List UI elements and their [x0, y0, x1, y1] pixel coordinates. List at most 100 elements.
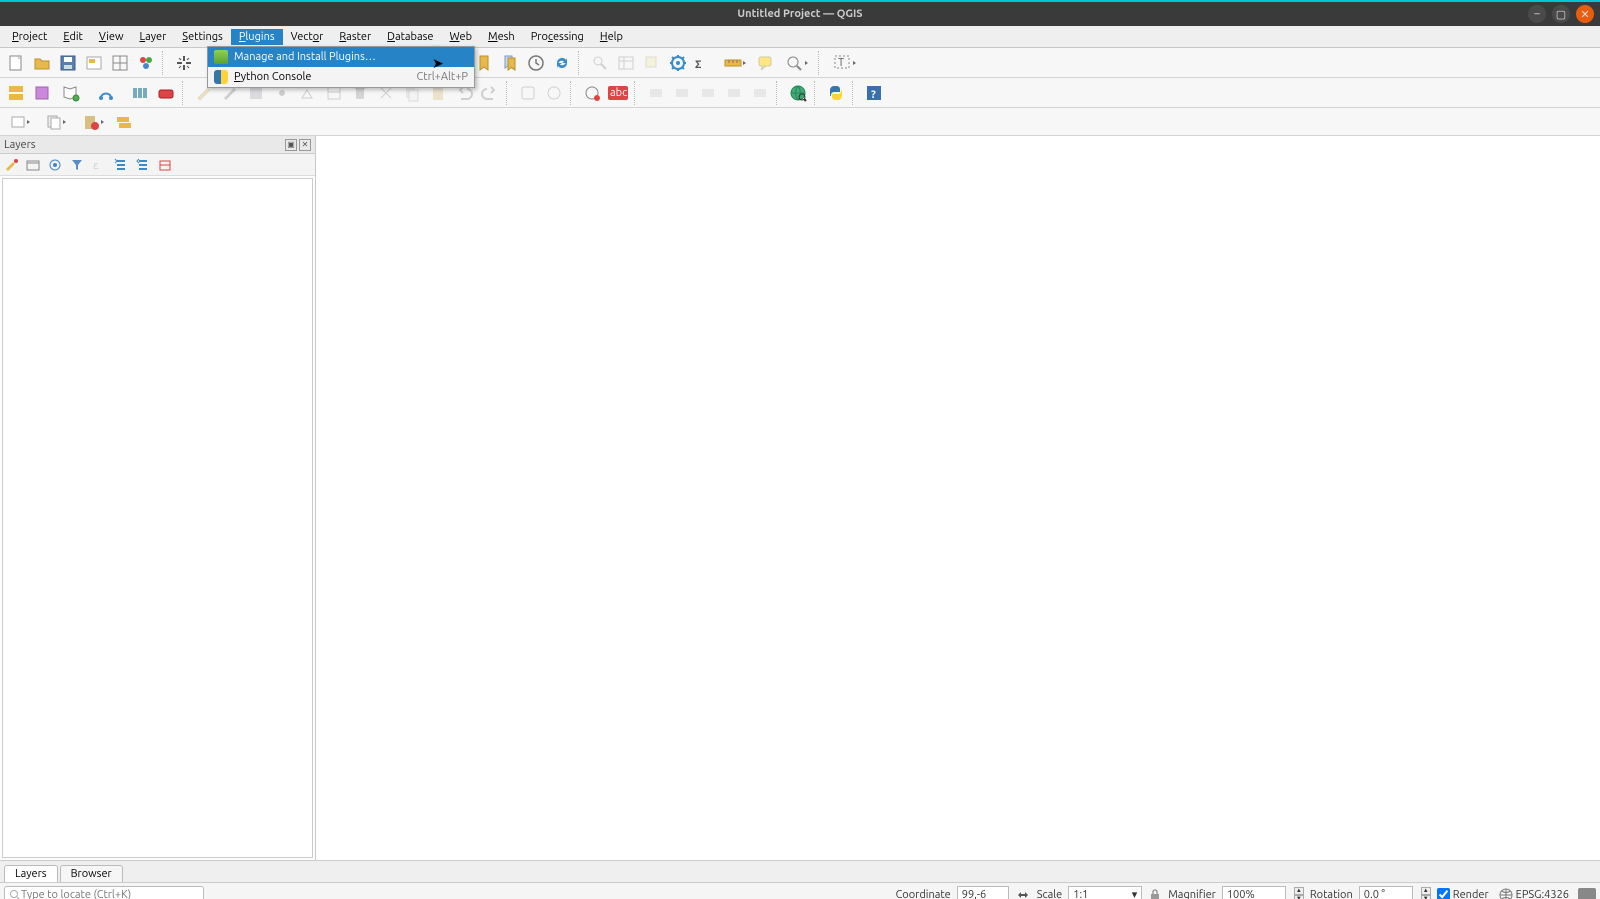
layers-panel-close-button[interactable]: ✕	[299, 139, 311, 151]
new-virtual-layer-button[interactable]	[128, 81, 152, 105]
toolbar-snapping	[0, 108, 1600, 136]
no-selection-button[interactable]	[580, 81, 604, 105]
snap-layer-button[interactable]	[4, 110, 38, 134]
open-attribute-table-button[interactable]	[614, 51, 638, 75]
digitize-shape-button[interactable]	[516, 81, 540, 105]
render-checkbox[interactable]: Render	[1437, 888, 1489, 899]
text-annotation-button[interactable]: T	[828, 51, 862, 75]
menu-settings[interactable]: Settings	[174, 29, 231, 45]
magnifier-field[interactable]: 100%	[1222, 886, 1286, 899]
metasearch-button[interactable]	[786, 81, 810, 105]
bottom-tabs: Layers Browser	[0, 860, 1600, 882]
menuitem-python-console-shortcut: Ctrl+Alt+P	[417, 71, 468, 83]
new-spatialite-layer-button[interactable]	[92, 81, 126, 105]
style-manager-button[interactable]	[134, 51, 158, 75]
lock-scale-icon[interactable]	[1148, 888, 1162, 899]
scale-field[interactable]: 1:1▾	[1068, 886, 1142, 899]
tab-layers[interactable]: Layers	[4, 865, 58, 882]
menu-view[interactable]: View	[91, 29, 132, 45]
manage-map-themes-button[interactable]	[46, 156, 64, 174]
open-datasource-manager-button[interactable]	[4, 81, 28, 105]
menu-vector[interactable]: Vector	[283, 29, 332, 45]
redo-button[interactable]	[478, 81, 502, 105]
menu-edit[interactable]: Edit	[55, 29, 91, 45]
svg-text:ε: ε	[93, 160, 99, 172]
menu-processing[interactable]: Processing	[523, 29, 592, 45]
menu-raster[interactable]: Raster	[331, 29, 379, 45]
layers-panel-header: Layers ▣ ✕	[0, 136, 315, 154]
window-maximize-button[interactable]: ▢	[1552, 5, 1570, 23]
measure-button[interactable]	[718, 51, 752, 75]
collapse-all-button[interactable]	[134, 156, 152, 174]
window-close-button[interactable]: ✕	[1576, 5, 1594, 23]
toggle-extents-icon[interactable]	[1015, 887, 1031, 899]
identify-features-button[interactable]	[588, 51, 612, 75]
menu-project[interactable]: Project	[4, 29, 55, 45]
messages-icon[interactable]	[1578, 888, 1596, 899]
label-tool-5[interactable]	[748, 81, 772, 105]
crs-button[interactable]: EPSG:4326	[1495, 885, 1572, 899]
layer-style-button[interactable]	[2, 156, 20, 174]
new-print-layout-button[interactable]	[82, 51, 106, 75]
layers-panel-undock-button[interactable]: ▣	[285, 139, 297, 151]
show-bookmarks-button[interactable]	[498, 51, 522, 75]
coordinate-label: Coordinate	[896, 889, 951, 899]
add-group-button[interactable]	[24, 156, 42, 174]
locator-box[interactable]	[4, 886, 204, 899]
map-tips-button[interactable]	[754, 51, 778, 75]
globe-icon	[1498, 887, 1514, 899]
new-map-view-button[interactable]	[780, 51, 814, 75]
scale-label: Scale	[1037, 889, 1062, 899]
search-icon	[9, 889, 21, 899]
menu-layer[interactable]: Layer	[132, 29, 175, 45]
window-title: Untitled Project — QGIS	[737, 8, 862, 20]
new-memory-layer-button[interactable]	[154, 81, 178, 105]
label-tool-4[interactable]	[722, 81, 746, 105]
select-features-button[interactable]	[640, 51, 664, 75]
toolbox-button[interactable]	[666, 51, 690, 75]
menu-help[interactable]: Help	[592, 29, 631, 45]
menuitem-manage-plugins[interactable]: Manage and Install Plugins…	[208, 47, 474, 67]
abc-label-button[interactable]: abc	[606, 81, 630, 105]
temporal-controller-button[interactable]	[524, 51, 548, 75]
locator-input[interactable]	[21, 889, 199, 899]
menu-mesh[interactable]: Mesh	[480, 29, 523, 45]
show-layout-manager-button[interactable]	[108, 51, 132, 75]
menu-plugins[interactable]: Plugins	[231, 29, 283, 45]
help-button[interactable]: ?	[862, 81, 886, 105]
snap-copy-button[interactable]	[40, 110, 74, 134]
snap-paste-button[interactable]	[76, 110, 110, 134]
digitize-circle-button[interactable]	[542, 81, 566, 105]
refresh-button[interactable]	[550, 51, 574, 75]
expand-all-button[interactable]	[112, 156, 130, 174]
snap-layer-group-button[interactable]	[112, 110, 136, 134]
label-tool-2[interactable]	[670, 81, 694, 105]
save-project-button[interactable]	[56, 51, 80, 75]
magnifier-spin[interactable]: ▲▼	[1294, 887, 1304, 899]
python-console-button[interactable]	[824, 81, 848, 105]
rotation-field[interactable]: 0.0 °	[1359, 886, 1413, 899]
rotation-spin[interactable]: ▲▼	[1421, 887, 1431, 899]
new-bookmark-button[interactable]	[472, 51, 496, 75]
statistical-summary-button[interactable]: Σ	[692, 51, 716, 75]
label-tool-1[interactable]	[644, 81, 668, 105]
new-shapefile-layer-button[interactable]	[56, 81, 90, 105]
remove-layer-button[interactable]	[156, 156, 174, 174]
filter-legend-button[interactable]	[68, 156, 86, 174]
menu-web[interactable]: Web	[441, 29, 480, 45]
new-project-button[interactable]	[4, 51, 28, 75]
coordinate-field[interactable]: 99,-6	[957, 886, 1009, 899]
window-minimize-button[interactable]: –	[1528, 5, 1546, 23]
pan-map-button[interactable]	[172, 51, 196, 75]
render-checkbox-input[interactable]	[1437, 888, 1450, 899]
layers-panel-title: Layers	[4, 139, 36, 151]
menu-database[interactable]: Database	[379, 29, 441, 45]
filter-expression-button[interactable]: ε	[90, 156, 108, 174]
menuitem-python-console[interactable]: Python Console Ctrl+Alt+P	[208, 67, 474, 87]
tab-browser[interactable]: Browser	[60, 865, 123, 882]
new-geopackage-layer-button[interactable]	[30, 81, 54, 105]
map-canvas[interactable]	[316, 136, 1600, 860]
layers-tree[interactable]	[2, 178, 313, 858]
label-tool-3[interactable]	[696, 81, 720, 105]
open-project-button[interactable]	[30, 51, 54, 75]
